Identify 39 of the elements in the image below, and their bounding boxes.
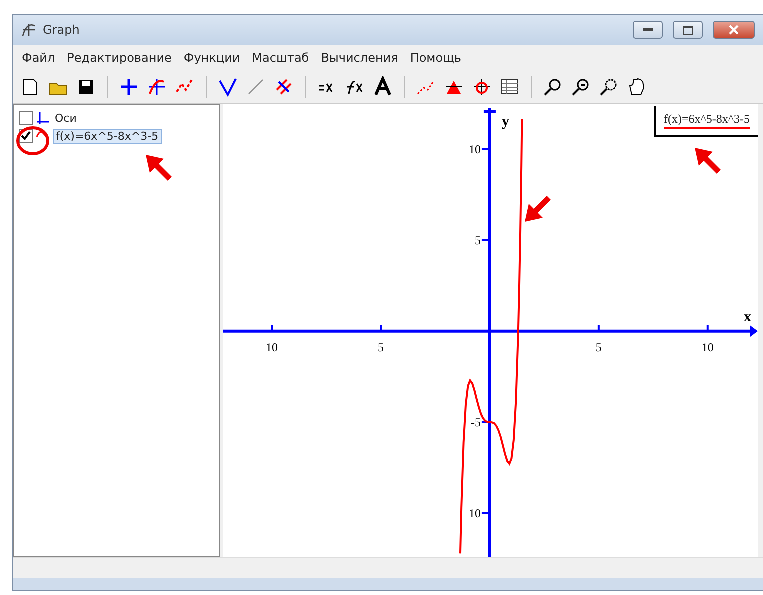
window-title: Graph (43, 23, 81, 37)
tick-label: 10 (702, 340, 714, 354)
close-button[interactable] (713, 21, 755, 39)
app-icon (21, 22, 37, 38)
menu-item[interactable]: Редактирование (62, 49, 177, 67)
tangent-icon[interactable] (217, 76, 239, 98)
circle-icon[interactable] (471, 76, 493, 98)
tree-item[interactable]: Оси (53, 112, 79, 124)
tick-label: -5 (470, 415, 481, 430)
legend-label: f(x)=6x^5-8x^3-5 (664, 112, 750, 129)
menu-item[interactable]: Вычисления (316, 49, 404, 67)
arrow-icon (693, 146, 723, 176)
checkbox[interactable] (19, 111, 33, 125)
axis-label: x (744, 309, 752, 326)
axis-label: y (502, 114, 510, 130)
menu-item[interactable]: Помощь (405, 49, 466, 67)
arrow-icon (144, 153, 174, 183)
tick-label: 5 (378, 340, 384, 354)
menu-item[interactable]: Масштаб (247, 49, 314, 67)
tick-label: 5 (596, 340, 602, 354)
axes-icon (36, 111, 50, 125)
tick-label: 10 (266, 340, 278, 354)
minimize-button[interactable] (633, 21, 663, 39)
minimize-icon (643, 28, 653, 32)
axes-icon[interactable] (118, 76, 140, 98)
menu-item[interactable]: Файл (17, 49, 60, 67)
check-icon (21, 131, 31, 141)
tick-label: 5 (474, 233, 481, 248)
menu-item[interactable]: Функции (178, 49, 246, 67)
tick-label: 10 (468, 142, 481, 156)
text-icon[interactable] (372, 76, 394, 98)
close-icon (729, 25, 739, 35)
tick-label: 10 (468, 506, 481, 520)
maximize-icon (683, 26, 693, 34)
maximize-button[interactable] (673, 21, 703, 39)
circle-mark (16, 125, 50, 157)
arrow-icon (523, 194, 553, 224)
tree-item[interactable]: f(x)=6x^5-8x^3-5 (53, 128, 162, 144)
function-graph-icon[interactable] (146, 76, 168, 98)
